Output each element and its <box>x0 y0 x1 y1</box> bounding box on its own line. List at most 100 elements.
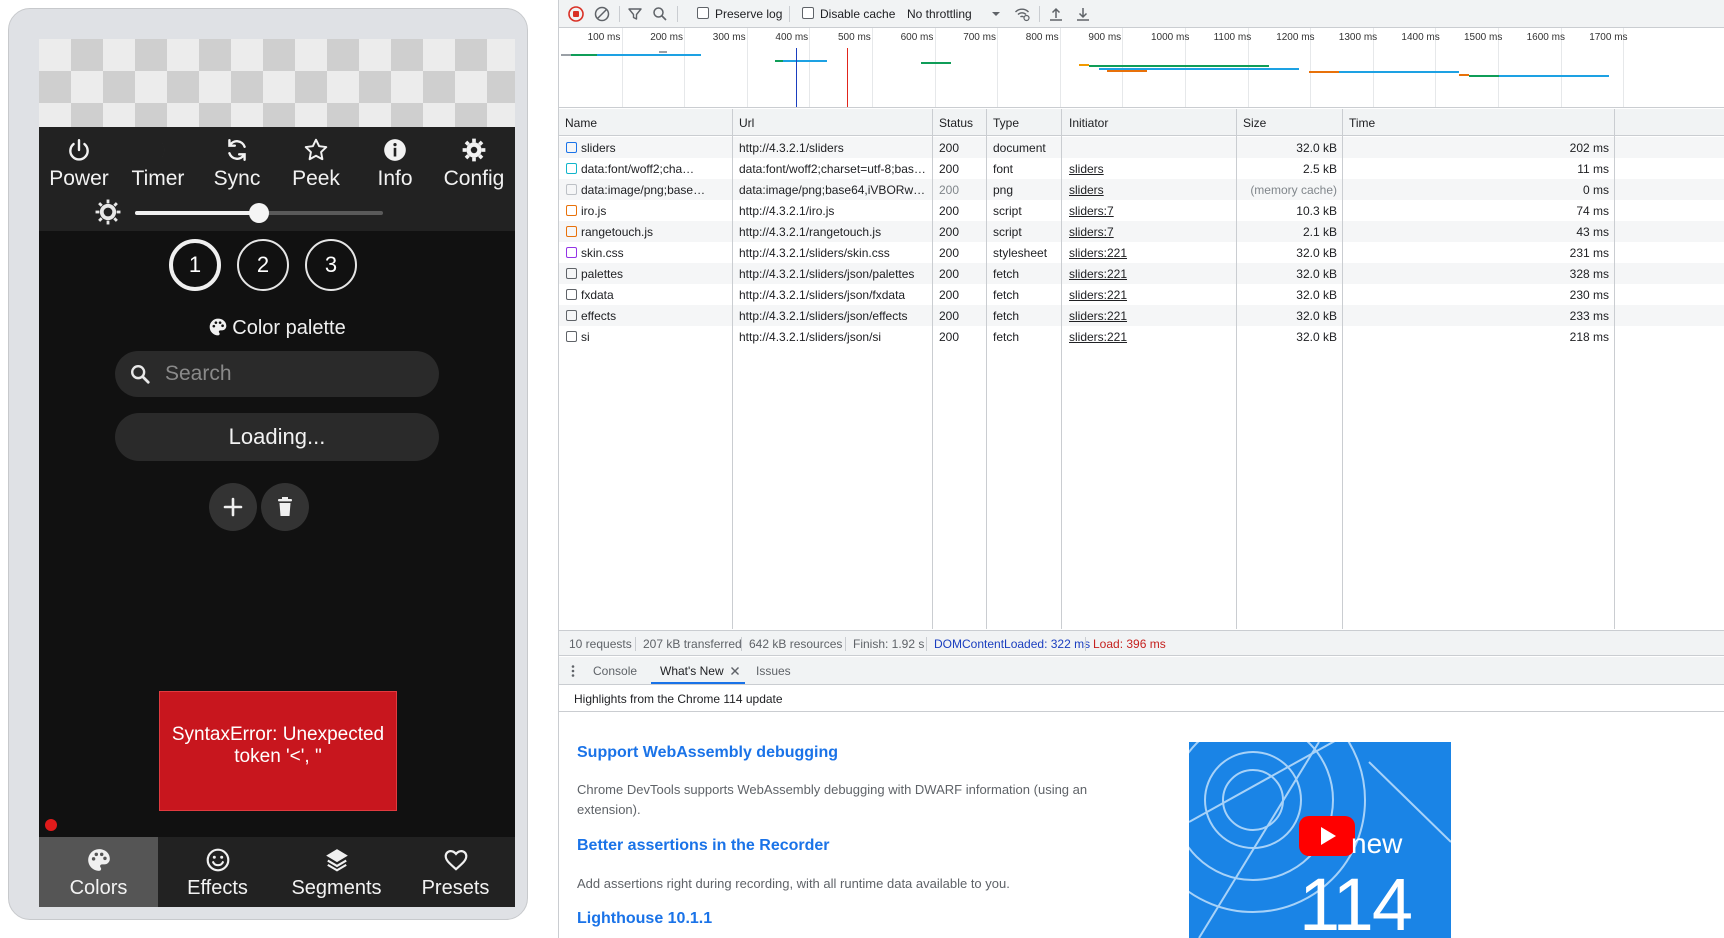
tab-presets[interactable]: Presets <box>396 837 515 907</box>
cell-initiator[interactable]: sliders <box>1069 183 1229 197</box>
table-row[interactable]: rangetouch.js http://4.3.2.1/rangetouch.j… <box>559 221 1724 242</box>
resource-type-icon <box>566 142 577 153</box>
feature-title-1[interactable]: Support WebAssembly debugging <box>577 744 838 762</box>
tab-whats-new[interactable]: What's New <box>660 664 724 678</box>
cell-type: stylesheet <box>993 246 1048 260</box>
cell-type: script <box>993 225 1022 239</box>
overview-tick-label: 1400 ms <box>1401 32 1440 43</box>
record-stop-icon[interactable] <box>567 5 585 23</box>
resource-type-icon <box>566 184 577 195</box>
search-icon[interactable] <box>651 5 669 23</box>
cell-time: 43 ms <box>1576 225 1609 239</box>
load-marker <box>847 48 848 107</box>
table-row[interactable]: si http://4.3.2.1/sliders/json/si 200 fetch… <box>559 326 1724 347</box>
throttling-select[interactable]: No throttling <box>907 7 972 21</box>
peek-button[interactable]: Peek <box>276 133 356 197</box>
table-row[interactable]: effects http://4.3.2.1/sliders/json/effec… <box>559 305 1724 326</box>
moon-icon <box>154 140 165 160</box>
delete-palette-button[interactable] <box>261 483 309 531</box>
overview-tick-label: 500 ms <box>838 32 871 43</box>
feature-title-3[interactable]: Lighthouse 10.1.1 <box>577 910 712 928</box>
cell-size: 32.0 kB <box>1296 330 1337 344</box>
col-size[interactable]: Size <box>1243 116 1266 130</box>
cell-url: http://4.3.2.1/sliders/json/palettes <box>739 267 915 281</box>
tab-issues[interactable]: Issues <box>756 664 791 678</box>
overview-gridline <box>934 28 936 107</box>
tab-effects[interactable]: Effects <box>158 837 277 907</box>
summary-dcl: DOMContentLoaded: 322 ms <box>934 637 1091 651</box>
cell-name: iro.js <box>581 204 607 218</box>
sync-button[interactable]: Sync <box>197 133 277 197</box>
cell-size: 32.0 kB <box>1296 246 1337 260</box>
overview-tick-label: 700 ms <box>963 32 996 43</box>
cell-initiator[interactable]: sliders:7 <box>1069 204 1229 218</box>
cell-name: skin.css <box>581 246 624 260</box>
col-initiator[interactable]: Initiator <box>1069 116 1108 130</box>
add-palette-button[interactable] <box>209 483 257 531</box>
palette-slot-1[interactable]: 1 <box>169 239 221 291</box>
palette-slot-3[interactable]: 3 <box>305 239 357 291</box>
tab-colors[interactable]: Colors <box>39 837 158 907</box>
cell-initiator[interactable]: sliders:221 <box>1069 309 1229 323</box>
palette-list-loading: Loading... <box>115 413 439 461</box>
overview-tick-label: 1500 ms <box>1464 32 1503 43</box>
export-har-icon[interactable] <box>1074 5 1092 23</box>
col-url[interactable]: Url <box>739 116 754 130</box>
feature-title-2[interactable]: Better assertions in the Recorder <box>577 837 830 855</box>
table-row[interactable]: data:image/png;base… data:image/png;base6… <box>559 179 1724 200</box>
palette-search[interactable] <box>115 351 439 397</box>
cell-type: font <box>993 162 1014 176</box>
table-row[interactable]: skin.css http://4.3.2.1/sliders/skin.css 2… <box>559 242 1724 263</box>
table-row[interactable]: fxdata http://4.3.2.1/sliders/json/fxdata… <box>559 284 1724 305</box>
col-time[interactable]: Time <box>1349 116 1375 130</box>
clear-icon[interactable] <box>593 5 611 23</box>
info-button[interactable]: Info <box>355 133 435 197</box>
network-overview[interactable]: 100 ms 200 ms 300 ms 400 ms 500 ms 600 ms 700 … <box>559 28 1724 108</box>
disable-cache-checkbox[interactable] <box>802 7 814 19</box>
more-options-icon[interactable] <box>567 664 579 678</box>
chrome-114-banner[interactable]: new 114 <box>1189 742 1451 938</box>
col-name[interactable]: Name <box>565 116 597 130</box>
search-icon <box>131 365 150 384</box>
power-label: Power <box>49 167 109 190</box>
table-row[interactable]: data:font/woff2;cha… data:font/woff2;char… <box>559 158 1724 179</box>
import-har-icon[interactable] <box>1047 5 1065 23</box>
devtools-network-panel: Preserve log Disable cache No throttling… <box>558 0 1724 938</box>
cell-initiator[interactable]: sliders:221 <box>1069 330 1229 344</box>
color-preview <box>39 39 515 127</box>
cell-url: http://4.3.2.1/sliders/json/si <box>739 330 882 344</box>
resource-type-icon <box>566 226 577 237</box>
cell-size: 2.1 kB <box>1302 225 1337 239</box>
table-row[interactable]: iro.js http://4.3.2.1/iro.js 200 script slid… <box>559 200 1724 221</box>
cell-time: 218 ms <box>1569 330 1609 344</box>
cell-name: sliders <box>581 141 616 155</box>
timer-button[interactable]: Timer <box>118 133 198 197</box>
cell-name: si <box>581 330 590 344</box>
network-conditions-icon[interactable] <box>1013 5 1031 23</box>
cell-initiator[interactable]: sliders:221 <box>1069 288 1229 302</box>
close-icon[interactable] <box>730 666 740 676</box>
cell-initiator[interactable]: sliders <box>1069 162 1229 176</box>
brightness-thumb[interactable] <box>249 203 269 223</box>
power-button[interactable]: Power <box>39 133 119 197</box>
cell-initiator[interactable]: sliders:221 <box>1069 246 1229 260</box>
config-button[interactable]: Config <box>434 133 514 197</box>
col-type[interactable]: Type <box>993 116 1019 130</box>
col-status[interactable]: Status <box>939 116 973 130</box>
chevron-down-icon[interactable] <box>987 5 1005 23</box>
filter-icon[interactable] <box>626 5 644 23</box>
table-row[interactable]: palettes http://4.3.2.1/sliders/json/pale… <box>559 263 1724 284</box>
brightness-icon <box>95 199 121 225</box>
palette-slot-2[interactable]: 2 <box>237 239 289 291</box>
brightness-slider[interactable] <box>135 203 383 223</box>
cell-initiator[interactable]: sliders:221 <box>1069 267 1229 281</box>
table-row[interactable]: sliders http://4.3.2.1/sliders 200 document… <box>559 137 1724 158</box>
cell-time: 230 ms <box>1569 288 1609 302</box>
preserve-log-checkbox[interactable] <box>697 7 709 19</box>
tab-segments[interactable]: Segments <box>277 837 396 907</box>
search-input[interactable] <box>165 359 425 389</box>
color-palette-title: Color palette <box>39 317 515 340</box>
cell-initiator[interactable]: sliders:7 <box>1069 225 1229 239</box>
tab-console[interactable]: Console <box>593 664 637 678</box>
info-label: Info <box>377 167 413 190</box>
